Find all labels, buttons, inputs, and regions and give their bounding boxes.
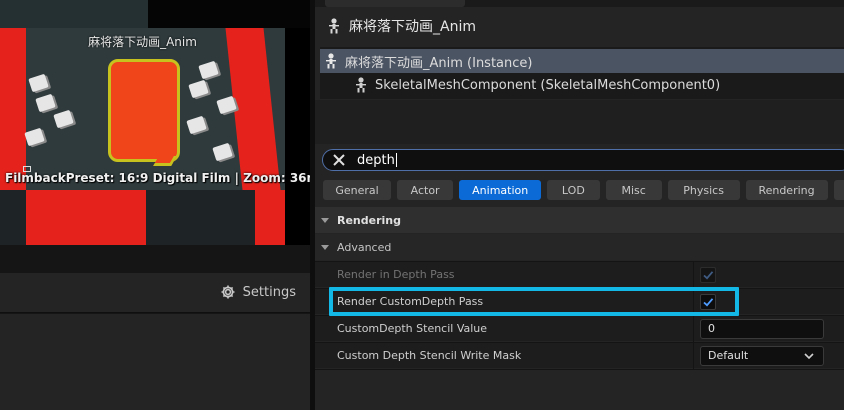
property-label: Render CustomDepth Pass [337, 295, 484, 308]
expand-triangle-icon [321, 217, 329, 223]
property-label: Render in Depth Pass [337, 268, 455, 281]
tree-item-label: SkeletalMeshComponent (SkeletalMeshCompo… [375, 77, 721, 93]
actor-icon [329, 18, 339, 34]
filter-overflow[interactable] [833, 180, 844, 200]
property-row-render-in-depth-pass: Render in Depth Pass [315, 261, 844, 288]
category-advanced[interactable]: Advanced [315, 234, 844, 260]
filter-bar: General Actor Animation LOD Misc Physics… [323, 180, 844, 201]
selected-mahjong-tile [108, 59, 180, 162]
stencil-write-mask-dropdown[interactable]: Default [700, 346, 824, 366]
tree-item-instance[interactable]: 麻将落下动画_Anim (Instance) [320, 49, 844, 73]
property-label: Custom Depth Stencil Write Mask [337, 349, 522, 362]
details-title: 麻将落下动画_Anim [349, 19, 476, 35]
left-pane: 麻将落下动画_Anim FilmbackPreset: 16:9 Digital… [0, 0, 310, 410]
column-divider[interactable] [693, 289, 694, 315]
search-value: depth [357, 152, 395, 168]
filmback-info: FilmbackPreset: 16:9 Digital Film | Zoom… [5, 171, 310, 185]
property-row-stencil-write-mask: Custom Depth Stencil Write Mask Default [315, 342, 844, 369]
tree-spacer [315, 100, 844, 144]
tree-item-skeletal-mesh[interactable]: SkeletalMeshComponent (SkeletalMeshCompo… [320, 73, 844, 97]
skeletal-mesh-icon [356, 77, 366, 93]
settings-button[interactable]: Settings [220, 284, 296, 300]
chevron-down-icon [804, 353, 814, 360]
check-icon [703, 271, 714, 280]
tab-details[interactable] [325, 0, 465, 7]
red-table-edge-bottom [26, 190, 146, 245]
column-divider[interactable] [693, 343, 694, 369]
component-tree: 麻将落下动画_Anim (Instance) SkeletalMeshCompo… [320, 47, 844, 99]
filter-lod[interactable]: LOD [547, 180, 600, 200]
details-header: 麻将落下动画_Anim [315, 10, 844, 42]
scene-void-right [285, 28, 310, 245]
filter-actor[interactable]: Actor [397, 180, 454, 200]
animation-viewport[interactable]: 麻将落下动画_Anim FilmbackPreset: 16:9 Digital… [0, 0, 310, 245]
viewport-title: 麻将落下动画_Anim [88, 35, 197, 49]
scene-backdrop [0, 0, 148, 28]
lower-panel [0, 314, 310, 410]
render-in-depth-pass-checkbox[interactable] [700, 267, 716, 283]
category-label: Rendering [337, 213, 401, 227]
category-label: Advanced [337, 240, 392, 254]
scene-void [148, 0, 310, 28]
red-table-edge-bottom-right [255, 190, 285, 245]
tree-item-label: 麻将落下动画_Anim (Instance) [345, 55, 533, 71]
settings-label: Settings [242, 284, 296, 300]
check-icon [703, 298, 714, 307]
close-icon[interactable] [329, 150, 349, 170]
category-rendering[interactable]: Rendering [315, 207, 844, 233]
text-caret [395, 153, 397, 167]
filter-animation[interactable]: Animation [459, 180, 542, 200]
actor-icon [326, 53, 336, 69]
details-search-input[interactable]: depth [322, 149, 844, 171]
tab-strip [315, 0, 844, 7]
property-row-customdepth-stencil-value: CustomDepth Stencil Value 0 [315, 315, 844, 342]
property-row-render-customdepth-pass: Render CustomDepth Pass [315, 288, 844, 315]
column-divider[interactable] [693, 316, 694, 342]
viewport-scene: 麻将落下动画_Anim FilmbackPreset: 16:9 Digital… [0, 0, 310, 245]
expand-triangle-icon [321, 244, 329, 250]
viewport-toolbar: Settings [0, 273, 310, 313]
render-customdepth-pass-checkbox[interactable] [700, 294, 716, 310]
filter-general[interactable]: General [323, 180, 391, 200]
gear-icon [221, 285, 235, 299]
stencil-value-input[interactable]: 0 [700, 319, 824, 339]
filter-misc[interactable]: Misc [605, 180, 662, 200]
details-empty-area [315, 369, 844, 410]
filter-physics[interactable]: Physics [667, 180, 740, 200]
dropdown-value: Default [708, 349, 749, 362]
filter-rendering[interactable]: Rendering [745, 180, 828, 200]
property-label: CustomDepth Stencil Value [337, 322, 488, 335]
column-divider[interactable] [693, 262, 694, 288]
